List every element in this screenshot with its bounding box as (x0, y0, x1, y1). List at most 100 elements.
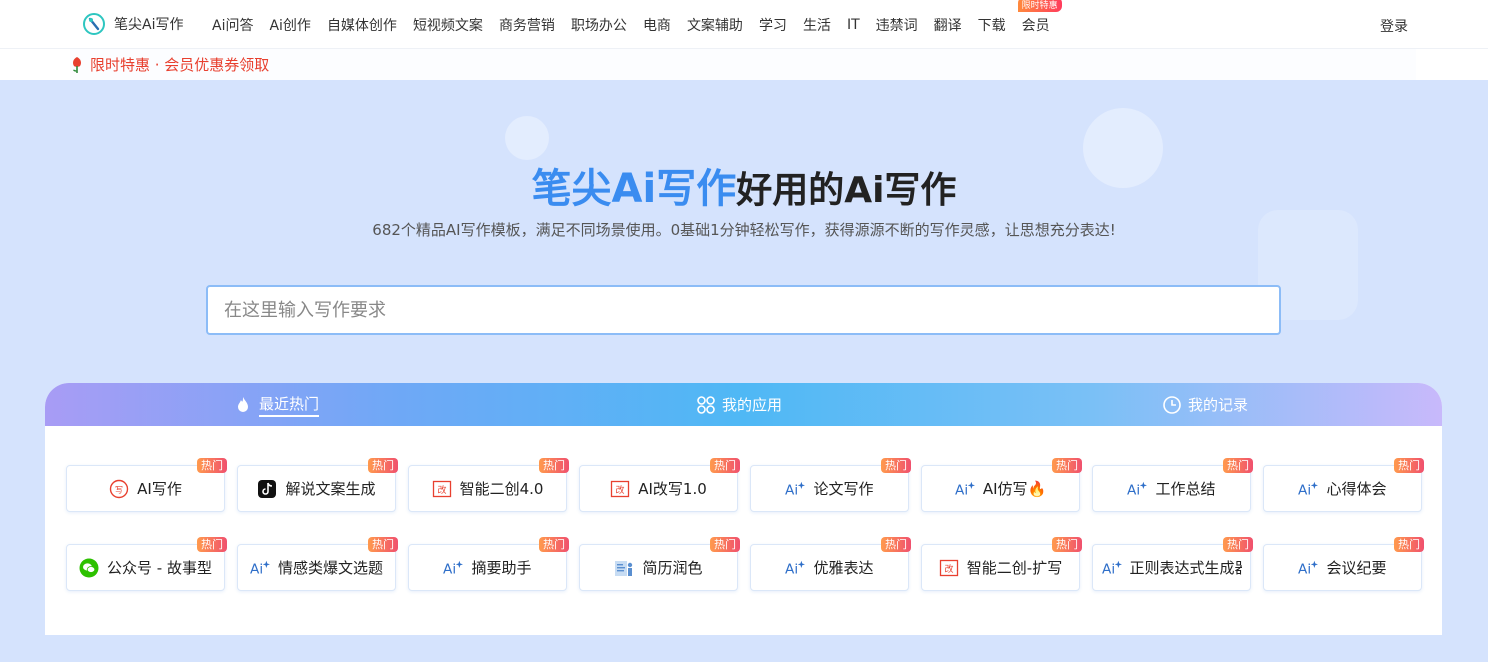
ai-spark-icon: Ai (1298, 558, 1319, 578)
svg-text:Ai: Ai (785, 482, 798, 498)
clock-icon (1163, 395, 1181, 414)
template-card-label: AI仿写🔥 (982, 480, 1047, 498)
hot-badge: 热门 (539, 458, 569, 473)
nav-item[interactable]: 限时特惠 会员 (1014, 0, 1062, 35)
svg-text:改: 改 (944, 563, 953, 575)
tab-label: 最近热门 (259, 393, 320, 417)
template-card[interactable]: 解说文案生成 热门 (237, 458, 398, 512)
template-card-label: 正则表达式生成器 (1129, 559, 1242, 577)
template-card-label: 会议纪要 (1326, 559, 1387, 577)
template-card[interactable]: Ai 摘要助手 热门 (408, 537, 569, 591)
svg-text:改: 改 (616, 484, 625, 496)
template-card[interactable]: 改 智能二创-扩写 热门 (921, 537, 1082, 591)
apps-icon (697, 395, 715, 414)
nav-item[interactable]: 商务营销 (491, 15, 563, 35)
tab-bar: 最近热门 我的应用 我的记录 (45, 383, 1442, 426)
template-card-label: 简历润色 (642, 559, 703, 577)
hot-badge: 热门 (1223, 537, 1253, 552)
svg-text:Ai: Ai (1298, 482, 1311, 498)
rewrite-icon: 改 (432, 479, 452, 499)
nav-item[interactable]: 文案辅助 (679, 15, 751, 35)
ai-spark-icon: Ai (1298, 479, 1319, 499)
pen-logo-icon (83, 13, 105, 35)
nav-menu: Ai问答 Ai创作 自媒体创作 短视频文案 商务营销 职场办公 电商 文案辅助 学习 生活 IT 违禁… (204, 0, 1062, 49)
template-card-label: 心得体会 (1326, 480, 1387, 498)
template-card[interactable]: 改 智能二创4.0 热门 (408, 458, 569, 512)
svg-text:Ai: Ai (250, 561, 263, 577)
template-card[interactable]: 写 AI写作 热门 (66, 458, 227, 512)
brand-logo[interactable]: 笔尖Ai写作 (82, 12, 183, 36)
svg-text:Ai: Ai (785, 561, 798, 577)
search-input[interactable] (206, 285, 1281, 335)
promo-coupon-link[interactable]: 限时特惠 · 会员优惠券领取 (90, 54, 269, 75)
nav-item[interactable]: 违禁词 (868, 15, 926, 35)
nav-item[interactable]: 职场办公 (563, 15, 635, 35)
template-card-label: 智能二创4.0 (459, 480, 544, 498)
vip-promo-badge: 限时特惠 (1017, 0, 1062, 12)
top-navigation: 笔尖Ai写作 Ai问答 Ai创作 自媒体创作 短视频文案 商务营销 职场办公 电商 文案辅助学… (0, 0, 1488, 49)
svg-text:写: 写 (115, 485, 123, 494)
tab-my-records[interactable]: 我的记录 (1162, 383, 1248, 426)
hot-badge: 热门 (368, 458, 398, 473)
hero-title-rest: 好用的Ai写作 (736, 170, 957, 211)
template-card-label: AI改写1.0 (638, 480, 707, 498)
hot-badge: 热门 (1052, 537, 1082, 552)
ai-write-icon: 写 (109, 479, 129, 499)
nav-item[interactable]: 短视频文案 (405, 15, 491, 35)
brand-name: 笔尖Ai写作 (114, 17, 184, 33)
template-card-label: 解说文案生成 (285, 480, 376, 498)
template-card-label: 情感类爆文选题 (277, 559, 383, 577)
template-card[interactable]: 公众号 - 故事型 热门 (66, 537, 227, 591)
nav-item[interactable]: Ai创作 (261, 15, 318, 35)
template-card-label: 智能二创-扩写 (966, 559, 1063, 577)
hot-badge: 热门 (539, 537, 569, 552)
ai-spark-icon: Ai (443, 558, 464, 578)
wechat-icon (79, 558, 99, 578)
login-link[interactable]: 登录 (1380, 16, 1408, 36)
ai-spark-icon: Ai (1127, 479, 1148, 499)
hot-badge: 热门 (710, 458, 740, 473)
hot-badge: 热门 (197, 458, 227, 473)
hero-subtitle: 682个精品AI写作模板，满足不同场景使用。0基础1分钟轻松写作，获得源源不断的… (372, 221, 1116, 239)
tulip-icon (73, 56, 81, 73)
tiktok-icon (257, 479, 277, 499)
resume-icon (614, 558, 634, 578)
nav-item[interactable]: Ai问答 (204, 15, 261, 35)
ai-spark-icon: Ai (785, 479, 806, 499)
svg-text:Ai: Ai (1102, 561, 1115, 577)
nav-item[interactable]: IT (839, 17, 868, 33)
nav-item[interactable]: 学习 (751, 15, 795, 35)
tab-recent-hot[interactable]: 最近热门 (233, 383, 320, 426)
template-card[interactable]: Ai 心得体会 热门 (1263, 458, 1424, 512)
rewrite-icon: 改 (939, 558, 959, 578)
tab-label: 我的记录 (1188, 396, 1249, 414)
template-card[interactable]: Ai 会议纪要 热门 (1263, 537, 1424, 591)
ai-spark-icon: Ai (1102, 558, 1122, 578)
tab-my-apps[interactable]: 我的应用 (696, 383, 782, 426)
template-card-label: 优雅表达 (813, 559, 874, 577)
flame-icon (238, 396, 248, 412)
template-card[interactable]: Ai 优雅表达 热门 (750, 537, 911, 591)
template-card[interactable]: Ai 论文写作 热门 (750, 458, 911, 512)
template-card[interactable]: Ai 正则表达式生成器 热门 (1092, 537, 1253, 591)
decor-circle (505, 116, 549, 160)
template-card-label: 公众号 - 故事型 (107, 559, 212, 577)
template-card[interactable]: 改 AI改写1.0 热门 (579, 458, 740, 512)
hot-badge: 热门 (1394, 537, 1424, 552)
template-card-label: 摘要助手 (471, 559, 532, 577)
template-card[interactable]: 简历润色 热门 (579, 537, 740, 591)
nav-item[interactable]: 电商 (635, 15, 679, 35)
template-card[interactable]: Ai 工作总结 热门 (1092, 458, 1253, 512)
hot-badge: 热门 (881, 537, 911, 552)
template-card[interactable]: Ai 情感类爆文选题 热门 (237, 537, 398, 591)
nav-item[interactable]: 下载 (970, 15, 1014, 35)
nav-item[interactable]: 生活 (795, 15, 839, 35)
nav-item[interactable]: 翻译 (926, 15, 970, 35)
svg-text:Ai: Ai (1298, 561, 1311, 577)
template-card[interactable]: Ai AI仿写🔥 热门 (921, 458, 1082, 512)
hot-badge: 热门 (881, 458, 911, 473)
promo-bar: 限时特惠 · 会员优惠券领取 (0, 49, 1488, 80)
nav-item[interactable]: 自媒体创作 (319, 15, 405, 35)
ai-spark-icon: Ai (785, 558, 806, 578)
svg-text:Ai: Ai (955, 482, 968, 498)
